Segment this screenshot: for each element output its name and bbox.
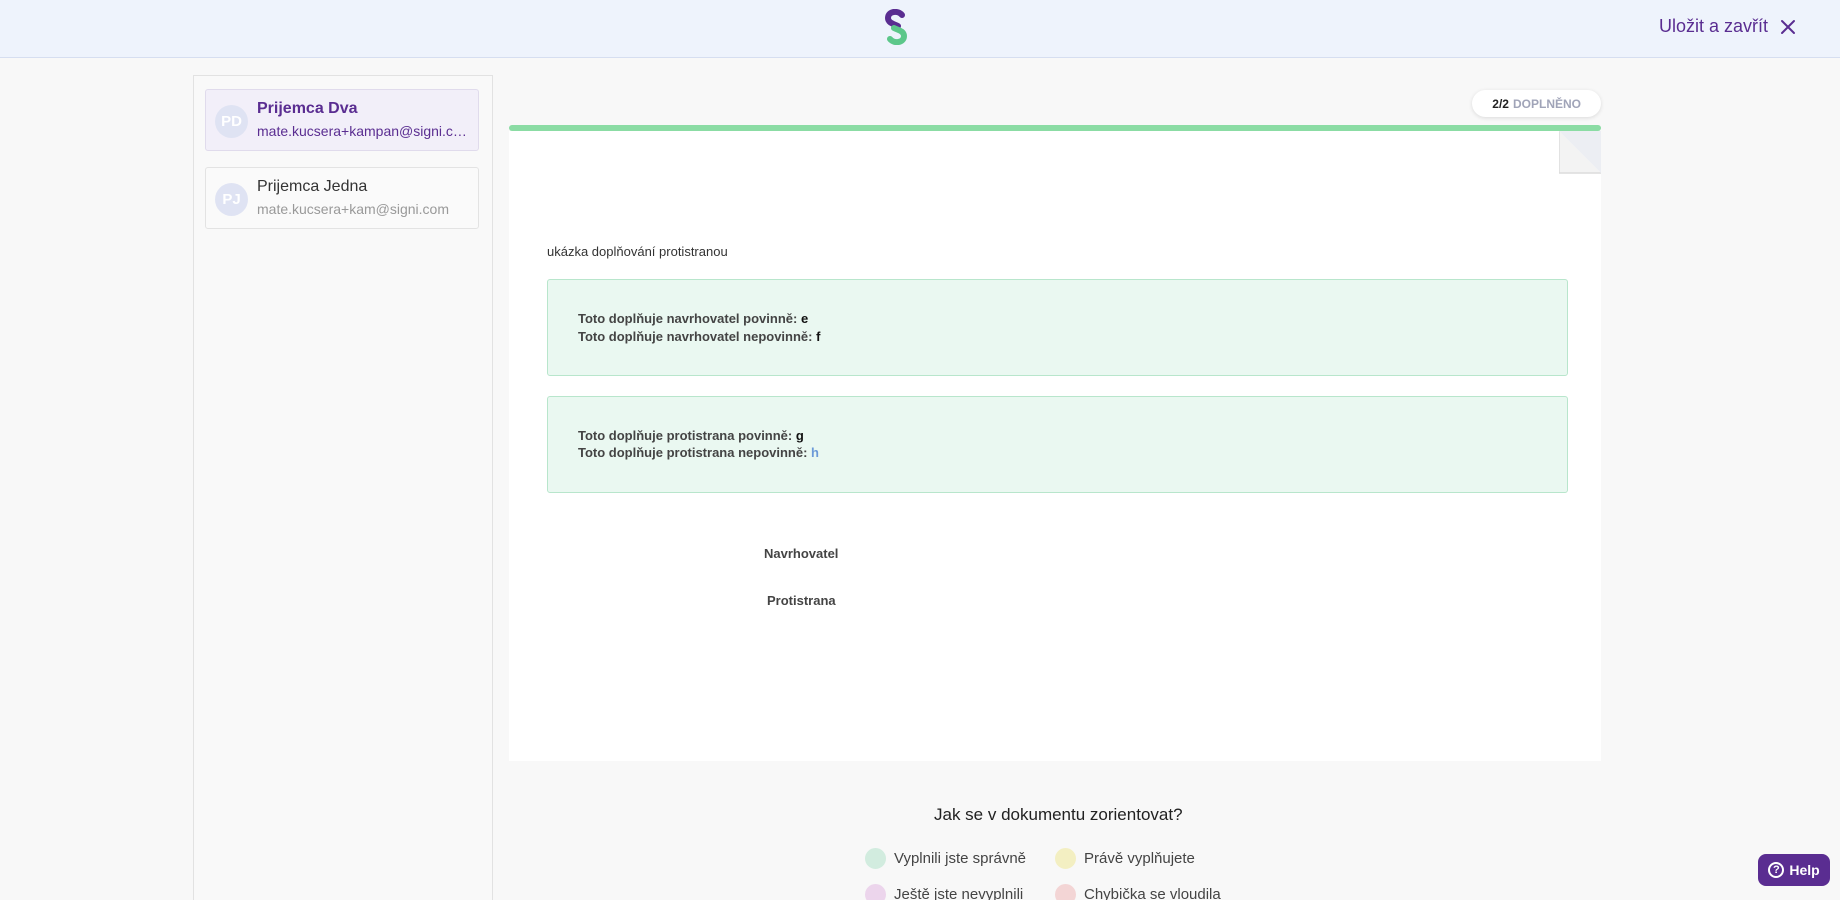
field-value[interactable]: f [816, 329, 820, 344]
avatar: PD [215, 105, 248, 138]
field-label: Toto doplňuje navrhovatel povinně: [578, 311, 798, 326]
document-title: ukázka doplňování protistranou [547, 244, 728, 259]
recipient-email: mate.kucsera+kampan@signi.com [257, 123, 472, 139]
status-label: DOPLNĚNO [1512, 96, 1581, 111]
legend-item-correct: Vyplnili jste správně [865, 848, 1026, 869]
avatar: PJ [215, 183, 248, 216]
completion-status-badge: 2/2 DOPLNĚNO [1472, 90, 1601, 117]
field-line: Toto doplňuje protistrana nepovinně: h [578, 445, 819, 460]
field-value[interactable]: g [796, 428, 804, 443]
legend-dot-icon [1055, 884, 1076, 900]
field-line: Toto doplňuje protistrana povinně: g [578, 428, 804, 443]
recipient-email: mate.kucsera+kam@signi.com [257, 201, 450, 217]
field-line: Toto doplňuje navrhovatel nepovinně: f [578, 329, 820, 344]
recipient-item-prijemca-jedna[interactable]: PJ Prijemca Jedna mate.kucsera+kam@signi… [205, 167, 479, 229]
legend-dot-icon [865, 848, 886, 869]
save-and-close-label: Uložit a zavřít [1658, 16, 1768, 36]
signature-label-counterparty: Protistrana [767, 593, 836, 608]
signi-logo-icon[interactable] [880, 9, 912, 45]
help-label: Help [1789, 862, 1820, 878]
save-and-close-button[interactable]: Uložit a zavřít [1659, 16, 1798, 37]
field-label: Toto doplňuje protistrana povinně: [578, 428, 793, 443]
legend-item-error: Chybička se vloudila [1055, 884, 1221, 900]
question-icon: ? [1768, 862, 1785, 878]
legend-label: Chybička se vloudila [1084, 886, 1221, 900]
field-value[interactable]: e [801, 311, 808, 326]
legend-title: Jak se v dokumentu zorientovat? [934, 805, 1183, 824]
recipients-sidebar: PD Prijemca Dva mate.kucsera+kampan@sign… [193, 75, 493, 900]
field-line: Toto doplňuje navrhovatel povinně: e [578, 311, 808, 326]
legend-label: Ještě jste nevyplnili [894, 886, 1024, 900]
counterparty-fields-box: Toto doplňuje protistrana povinně: g Tot… [547, 396, 1568, 493]
legend-item-current: Právě vyplňujete [1055, 848, 1195, 869]
recipient-item-prijemca-dva[interactable]: PD Prijemca Dva mate.kucsera+kampan@sign… [205, 89, 479, 151]
legend-item-unfilled: Ještě jste nevyplnili [865, 884, 1023, 900]
signature-label-proposer: Navrhovatel [764, 546, 839, 561]
field-label: Toto doplňuje navrhovatel nepovinně: [578, 329, 813, 344]
field-value[interactable]: h [811, 445, 819, 460]
help-button[interactable]: ? Help [1758, 854, 1830, 886]
legend-label: Vyplnili jste správně [894, 850, 1027, 867]
legend-dot-icon [865, 884, 886, 900]
recipient-name: Prijemca Jedna [257, 178, 368, 195]
top-bar: Uložit a zavřít [0, 0, 1840, 58]
proposer-fields-box: Toto doplňuje navrhovatel povinně: e Tot… [547, 279, 1568, 376]
legend-label: Právě vyplňujete [1084, 850, 1195, 867]
field-label: Toto doplňuje protistrana nepovinně: [578, 445, 808, 460]
document-page: ukázka doplňování protistranou Toto dopl… [509, 131, 1601, 761]
page-fold-icon [1559, 131, 1601, 174]
status-count: 2/2 [1492, 96, 1509, 111]
close-icon [1781, 19, 1795, 34]
recipient-name: Prijemca Dva [257, 100, 358, 117]
legend-dot-icon [1055, 848, 1076, 869]
